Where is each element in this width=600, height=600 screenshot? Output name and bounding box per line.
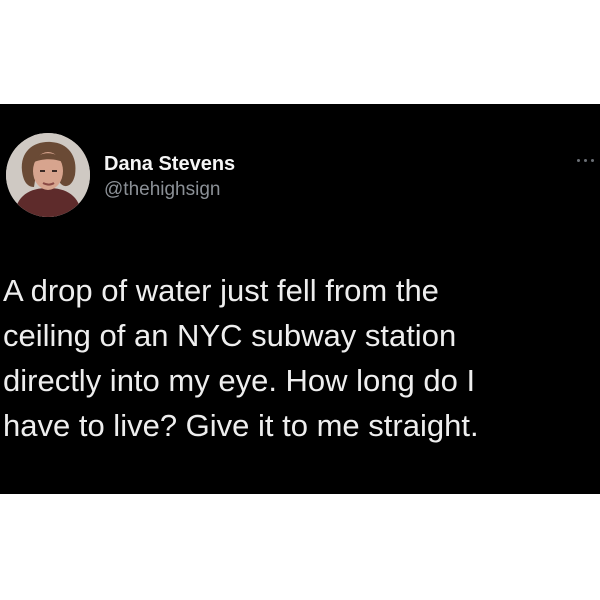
tweet-text-line: ceiling of an NYC subway station <box>3 318 457 353</box>
tweet-text-line: have to live? Give it to me straight. <box>3 408 479 443</box>
tweet-text-line: A drop of water just fell from the <box>3 273 439 308</box>
author-handle[interactable]: @thehighsign <box>104 179 235 201</box>
more-horizontal-icon <box>584 159 587 162</box>
more-options-button[interactable] <box>574 150 598 170</box>
author-display-name[interactable]: Dana Stevens <box>104 152 235 176</box>
avatar[interactable] <box>6 133 90 217</box>
tweet-text: A drop of water just fell from the ceili… <box>3 268 593 448</box>
avatar-photo-icon <box>6 133 90 217</box>
screenshot-page: Dana Stevens @thehighsign A drop of wate… <box>0 0 600 600</box>
author-info: Dana Stevens @thehighsign <box>104 152 235 201</box>
more-horizontal-icon <box>591 159 594 162</box>
tweet-text-line: directly into my eye. How long do I <box>3 363 476 398</box>
more-horizontal-icon <box>577 159 580 162</box>
